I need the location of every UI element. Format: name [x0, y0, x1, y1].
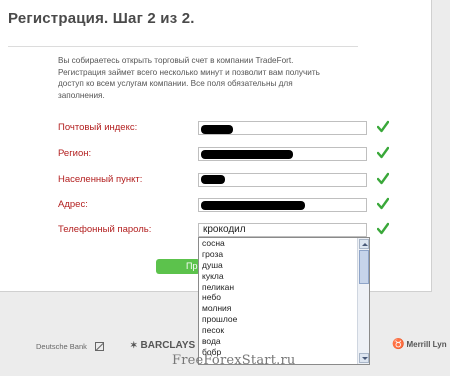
dropdown-option[interactable]: кукла: [199, 271, 357, 282]
intro-text: Вы собираетесь открыть торговый счет в к…: [58, 56, 320, 100]
phone-password-select[interactable]: крокодил: [198, 223, 367, 237]
check-icon: [377, 172, 389, 185]
locality-input[interactable]: [198, 173, 367, 187]
redaction-mark: [201, 150, 293, 159]
dropdown-option[interactable]: гроза: [199, 249, 357, 260]
check-icon: [377, 120, 389, 133]
watermark: FreeForexStart.ru: [172, 353, 296, 368]
phone-password-row: Телефонный пароль: крокодил: [58, 222, 398, 237]
scroll-thumb[interactable]: [359, 250, 369, 284]
page-title: Регистрация. Шаг 2 из 2.: [8, 10, 195, 27]
eagle-icon: ✶: [130, 340, 138, 350]
dropdown-option[interactable]: душа: [199, 260, 357, 271]
postal-code-row: Почтовый индекс:: [58, 120, 398, 135]
bull-icon: ♉: [392, 339, 405, 350]
redaction-mark: [201, 125, 233, 134]
address-input[interactable]: [198, 198, 367, 212]
dropdown-option[interactable]: молния: [199, 303, 357, 314]
submit-button[interactable]: Пр: [156, 259, 200, 274]
address-row: Адрес:: [58, 197, 398, 212]
dropdown-option[interactable]: прошлое: [199, 314, 357, 325]
locality-label: Населенный пункт:: [58, 174, 143, 185]
redaction-mark: [201, 201, 305, 210]
scroll-up-button[interactable]: [359, 239, 369, 249]
check-icon: [377, 146, 389, 159]
dropdown-option[interactable]: пеликан: [199, 282, 357, 293]
region-label: Регион:: [58, 148, 92, 159]
divider: [8, 46, 358, 47]
deutsche-bank-logo: Deutsche Bank: [36, 342, 104, 351]
check-icon: [377, 197, 389, 210]
postal-code-input[interactable]: [198, 121, 367, 135]
redaction-mark: [201, 175, 225, 184]
region-row: Регион:: [58, 146, 398, 161]
region-input[interactable]: [198, 147, 367, 161]
phone-password-label: Телефонный пароль:: [58, 224, 152, 235]
merrill-lynch-logo: ♉ Merrill Lyn: [392, 339, 447, 350]
dropdown-option[interactable]: небо: [199, 292, 357, 303]
address-label: Адрес:: [58, 199, 88, 210]
postal-code-label: Почтовый индекс:: [58, 122, 138, 133]
barclays-logo: ✶ BARCLAYS: [130, 340, 196, 351]
deutsche-bank-icon: [94, 342, 104, 351]
locality-row: Населенный пункт:: [58, 172, 398, 187]
phone-password-value: крокодил: [203, 224, 246, 235]
check-icon: [377, 222, 389, 235]
dropdown-option[interactable]: сосна: [199, 238, 357, 249]
arrow-up-icon: [362, 243, 368, 246]
